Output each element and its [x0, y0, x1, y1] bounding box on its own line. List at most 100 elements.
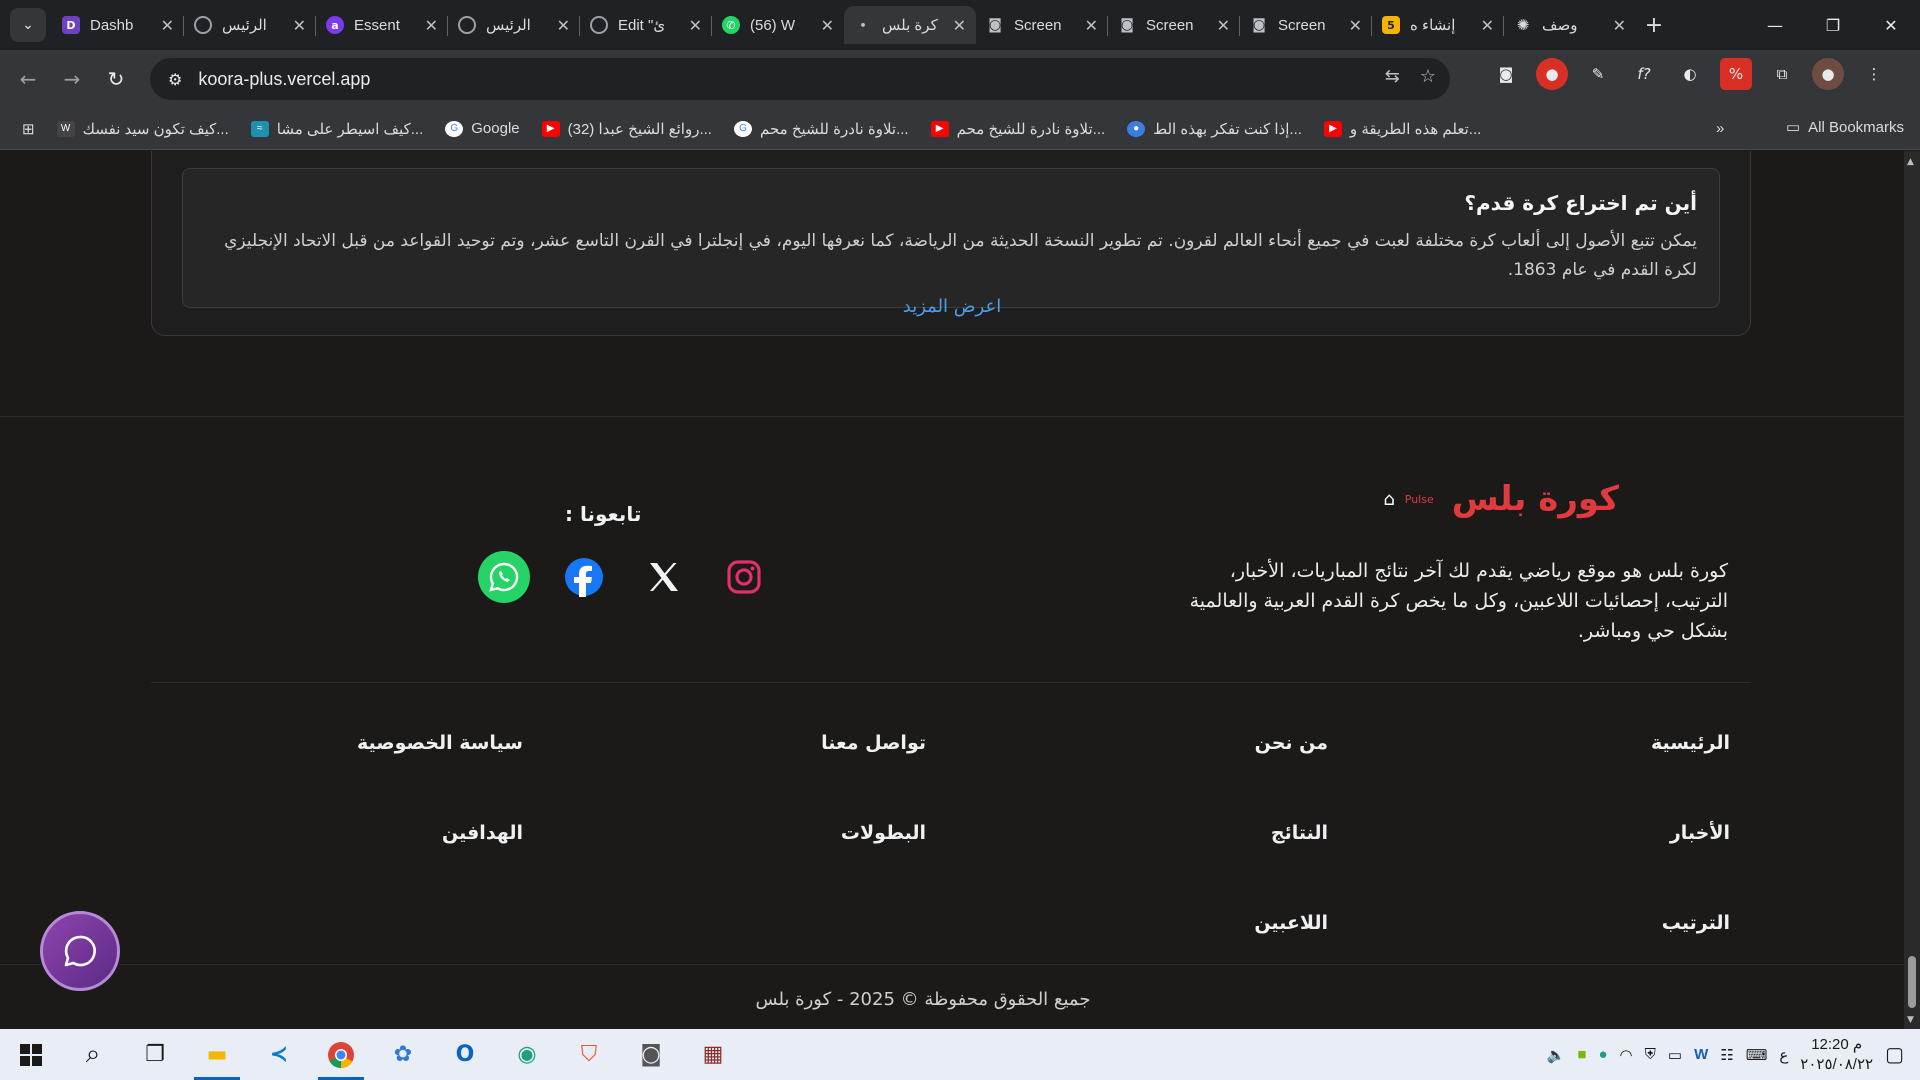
winrar-button[interactable]: ▦ — [682, 1029, 744, 1080]
tab[interactable]: D Dashb ✕ — [52, 6, 184, 44]
whatsapp-icon[interactable] — [478, 551, 530, 603]
wifi-icon[interactable]: ◠ — [1620, 1046, 1633, 1064]
tab-active[interactable]: • كرة بلس ✕ — [844, 6, 976, 44]
close-icon[interactable]: ✕ — [1349, 16, 1362, 35]
edge-button[interactable]: ◉ — [496, 1029, 558, 1080]
scroll-up-icon[interactable]: ▲ — [1907, 157, 1914, 167]
tab[interactable]: الرئيس ✕ — [448, 6, 580, 44]
tab[interactable]: 5 إنشاء ه ✕ — [1372, 6, 1504, 44]
tab[interactable]: ◙ Screen ✕ — [976, 6, 1108, 44]
close-icon[interactable]: ✕ — [821, 16, 834, 35]
tab[interactable]: ◙ Screen ✕ — [1108, 6, 1240, 44]
tab[interactable]: Edit "ئ ✕ — [580, 6, 712, 44]
footer-link-news[interactable]: الأخبار — [1670, 822, 1730, 844]
footer-link-privacy[interactable]: سياسة الخصوصية — [357, 732, 523, 754]
bookmark-item[interactable]: ▶ تعلم هذه الطريقة و... — [1323, 120, 1481, 138]
bookmark-item[interactable]: ▶ تلاوة نادرة للشيخ محم... — [930, 120, 1105, 138]
bookmark-item[interactable]: G تلاوة نادرة للشيخ محم... — [733, 120, 909, 138]
close-icon[interactable]: ✕ — [953, 16, 966, 35]
x-icon[interactable] — [638, 551, 690, 603]
keyboard-icon[interactable]: ⌨ — [1746, 1046, 1768, 1064]
apps-grid-icon[interactable]: ⊞ — [22, 120, 35, 138]
clock[interactable]: 12:20 م ٢٠٢٥/٠٨/٢٢ — [1800, 1035, 1873, 1075]
footer-link-players[interactable]: اللاعبين — [1254, 912, 1328, 934]
bookmark-item[interactable]: ● إذا كنت تفكر بهذه الط... — [1127, 120, 1302, 138]
footer-link-scorers[interactable]: الهدافين — [442, 822, 523, 844]
footer-brand[interactable]: كورة بلس ⌂ Pulse — [1383, 479, 1619, 519]
bookmark-star-icon[interactable]: ☆ — [1420, 66, 1436, 87]
edge-tray-icon[interactable]: ● — [1598, 1046, 1607, 1063]
forward-button[interactable]: → — [50, 57, 94, 101]
facebook-icon[interactable] — [558, 551, 610, 603]
close-icon[interactable]: ✕ — [425, 16, 438, 35]
word-icon[interactable]: W — [1694, 1046, 1708, 1063]
scroll-down-icon[interactable]: ▼ — [1907, 1015, 1914, 1025]
bookmark-item[interactable]: W كيف تكون سيد نفسك... — [56, 120, 229, 138]
screenshot-extension-icon[interactable]: ◙ — [1490, 58, 1522, 90]
task-view-button[interactable]: ❐ — [124, 1029, 186, 1080]
scrollbar-thumb[interactable] — [1908, 956, 1916, 1008]
close-icon[interactable]: ✕ — [1481, 16, 1494, 35]
bookmark-item[interactable]: G Google — [445, 120, 520, 137]
close-icon[interactable]: ✕ — [689, 16, 702, 35]
back-button[interactable]: ← — [6, 57, 50, 101]
page-scrollbar[interactable]: ▲ ▼ — [1904, 151, 1920, 1029]
file-explorer-button[interactable]: ▬ — [186, 1029, 248, 1080]
minimize-button[interactable]: — — [1746, 0, 1804, 50]
m365-button[interactable]: ✿ — [372, 1029, 434, 1080]
battery-icon[interactable]: ▭ — [1668, 1046, 1682, 1064]
restore-button[interactable]: ❐ — [1804, 0, 1862, 50]
close-icon[interactable]: ✕ — [161, 16, 174, 35]
translate-icon[interactable]: ⇆ — [1385, 66, 1400, 87]
reload-button[interactable]: ↻ — [94, 57, 138, 101]
volume-icon[interactable]: 🔈 — [1547, 1046, 1566, 1064]
tab[interactable]: ◙ Screen ✕ — [1240, 6, 1372, 44]
tab[interactable]: الرئيس ✕ — [184, 6, 316, 44]
camera-app-button[interactable]: ◙ — [620, 1029, 682, 1080]
footer-link-tournaments[interactable]: البطولات — [841, 822, 926, 844]
tab[interactable]: ✆ (56) W ✕ — [712, 6, 844, 44]
nvidia-icon[interactable]: ■ — [1577, 1046, 1586, 1063]
outlook-button[interactable]: O — [434, 1029, 496, 1080]
adblock-extension-icon[interactable]: ● — [1536, 58, 1568, 90]
instagram-icon[interactable] — [718, 551, 770, 603]
bookmark-item[interactable]: ▶ (32) روائع الشيخ عبدا... — [541, 120, 712, 138]
start-button[interactable] — [0, 1029, 62, 1080]
percent-extension-icon[interactable]: % — [1720, 58, 1752, 90]
site-settings-icon[interactable]: ⚙ — [168, 70, 182, 89]
close-icon[interactable]: ✕ — [1085, 16, 1098, 35]
faq-question[interactable]: أين تم اختراع كرة قدم؟ — [205, 191, 1697, 215]
extension-icon[interactable]: ◐ — [1674, 58, 1706, 90]
tab[interactable]: ✺ وصف ✕ — [1504, 6, 1636, 44]
input-language[interactable]: ع — [1779, 1046, 1788, 1064]
tab[interactable]: a Essent ✕ — [316, 6, 448, 44]
close-window-button[interactable]: ✕ — [1862, 0, 1920, 50]
all-bookmarks-button[interactable]: ▭ All Bookmarks — [1786, 118, 1904, 137]
more-bookmarks-icon[interactable]: » — [1716, 120, 1724, 137]
security-icon[interactable]: ⛨ — [1645, 1046, 1656, 1063]
footer-link-contact[interactable]: تواصل معنا — [821, 732, 926, 754]
bookmark-item[interactable]: ≈ كيف اسيطر على مشا... — [250, 120, 423, 138]
close-icon[interactable]: ✕ — [557, 16, 570, 35]
profile-avatar[interactable]: ● — [1812, 58, 1844, 90]
formula-extension-icon[interactable]: f? — [1628, 58, 1660, 90]
chat-button[interactable] — [40, 911, 120, 991]
address-bar[interactable]: ⚙ koora-plus.vercel.app ⇆ ☆ — [150, 58, 1450, 100]
close-icon[interactable]: ✕ — [1613, 16, 1626, 35]
network-icon[interactable]: ☷ — [1720, 1046, 1733, 1064]
footer-link-home[interactable]: الرئيسية — [1651, 732, 1730, 754]
search-button[interactable]: ⌕ — [62, 1029, 124, 1080]
vscode-button[interactable]: ≺ — [248, 1029, 310, 1080]
brave-button[interactable]: ⛉ — [558, 1029, 620, 1080]
close-icon[interactable]: ✕ — [1217, 16, 1230, 35]
footer-link-about[interactable]: من نحن — [1255, 732, 1328, 754]
notifications-icon[interactable]: ▢ — [1885, 1042, 1904, 1067]
chrome-button[interactable] — [310, 1029, 372, 1080]
menu-kebab-icon[interactable]: ⋮ — [1858, 58, 1890, 90]
url-text[interactable]: koora-plus.vercel.app — [198, 69, 370, 90]
footer-link-standings[interactable]: الترتيب — [1662, 912, 1730, 934]
extensions-puzzle-icon[interactable]: ⧉ — [1766, 58, 1798, 90]
close-icon[interactable]: ✕ — [293, 16, 306, 35]
eyedropper-extension-icon[interactable]: ✎ — [1582, 58, 1614, 90]
tab-search-button[interactable]: ⌄ — [10, 8, 46, 42]
